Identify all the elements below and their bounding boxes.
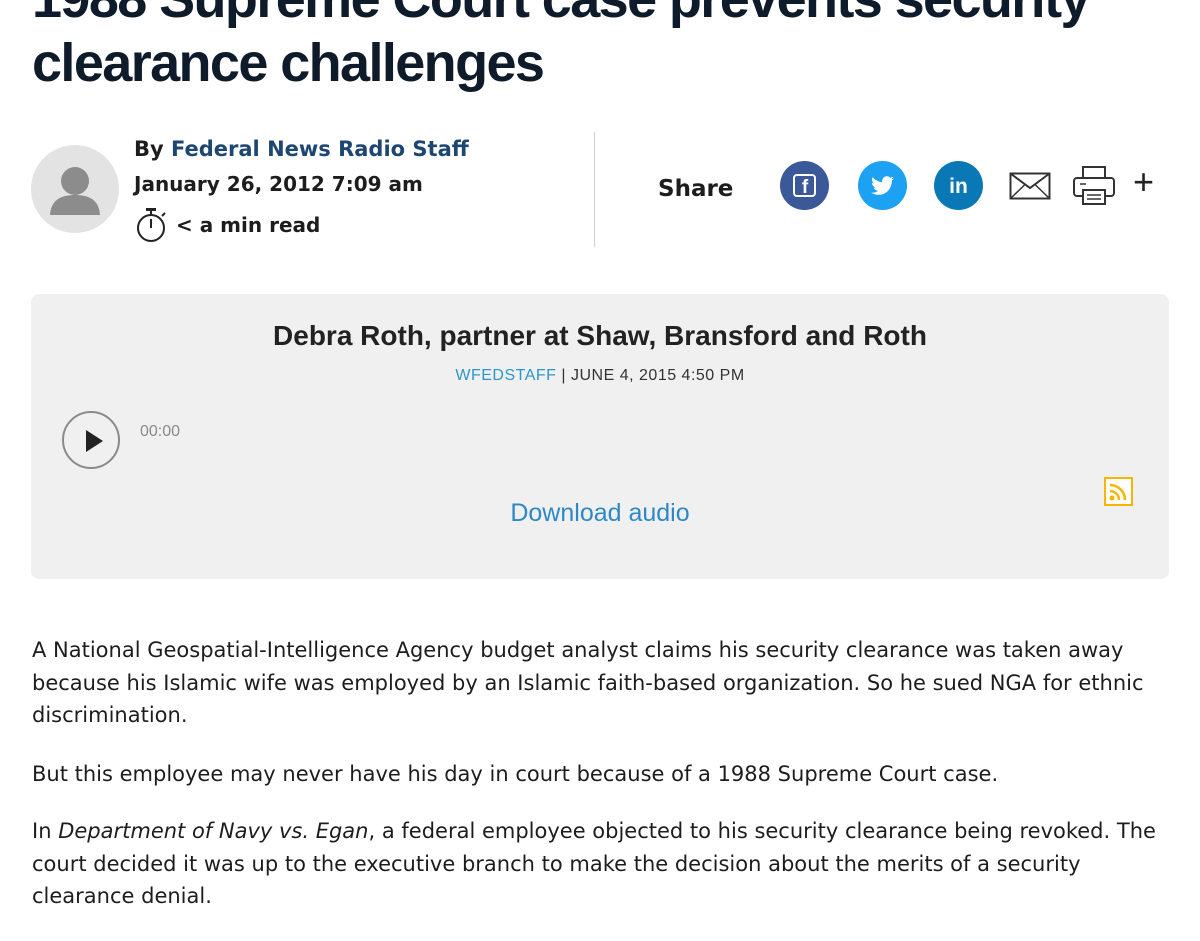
byline-divider (594, 132, 595, 247)
case-name: Department of Navy vs. Egan (58, 819, 369, 843)
read-time: < a min read (134, 207, 320, 243)
svg-text:in: in (949, 175, 968, 198)
twitter-share-button[interactable] (858, 161, 907, 210)
audio-date: JUNE 4, 2015 4:50 PM (571, 367, 745, 384)
facebook-icon: f (780, 161, 829, 210)
article-paragraph-1: A National Geospatial-Intelligence Agenc… (32, 638, 1144, 727)
print-button[interactable] (1072, 164, 1116, 212)
audio-time: 00:00 (140, 423, 181, 440)
byline-prefix: By (134, 137, 164, 161)
author-avatar (31, 145, 119, 233)
byline: By Federal News Radio Staff (134, 137, 469, 161)
audio-player: Debra Roth, partner at Shaw, Bransford a… (31, 294, 1169, 579)
more-share-button[interactable]: + (1133, 164, 1154, 200)
audio-meta-separator: | (561, 367, 567, 384)
download-audio-link[interactable]: Download audio (31, 499, 1169, 528)
printer-icon (1073, 166, 1115, 205)
play-button[interactable] (62, 411, 120, 469)
play-icon (86, 430, 103, 452)
article-headline: 1988 Supreme Court case prevents securit… (32, 0, 1091, 93)
stopwatch-icon (137, 208, 166, 242)
linkedin-icon: in (934, 161, 983, 210)
article-paragraph-2: But this employee may never have his day… (32, 762, 999, 786)
audio-title: Debra Roth, partner at Shaw, Bransford a… (273, 320, 927, 351)
rss-icon (1104, 477, 1133, 506)
audio-meta: WFEDSTAFF | JUNE 4, 2015 4:50 PM (31, 367, 1169, 385)
paragraph-3-prefix: In (32, 819, 52, 843)
article-paragraph-3: In Department of Navy vs. Egan, a federa… (32, 815, 1182, 913)
twitter-icon (858, 161, 907, 210)
svg-text:f: f (802, 177, 809, 198)
user-silhouette-icon (50, 167, 100, 215)
audio-author-link[interactable]: WFEDSTAFF (455, 367, 556, 384)
publish-date: January 26, 2012 7:09 am (134, 172, 423, 196)
read-time-label: < a min read (176, 213, 321, 237)
email-share-button[interactable] (1009, 172, 1051, 204)
facebook-share-button[interactable]: f (780, 161, 829, 210)
envelope-icon (1009, 172, 1051, 200)
rss-feed-button[interactable] (1104, 477, 1133, 510)
linkedin-share-button[interactable]: in (934, 161, 983, 210)
author-link[interactable]: Federal News Radio Staff (171, 137, 469, 161)
share-label: Share (658, 176, 734, 202)
